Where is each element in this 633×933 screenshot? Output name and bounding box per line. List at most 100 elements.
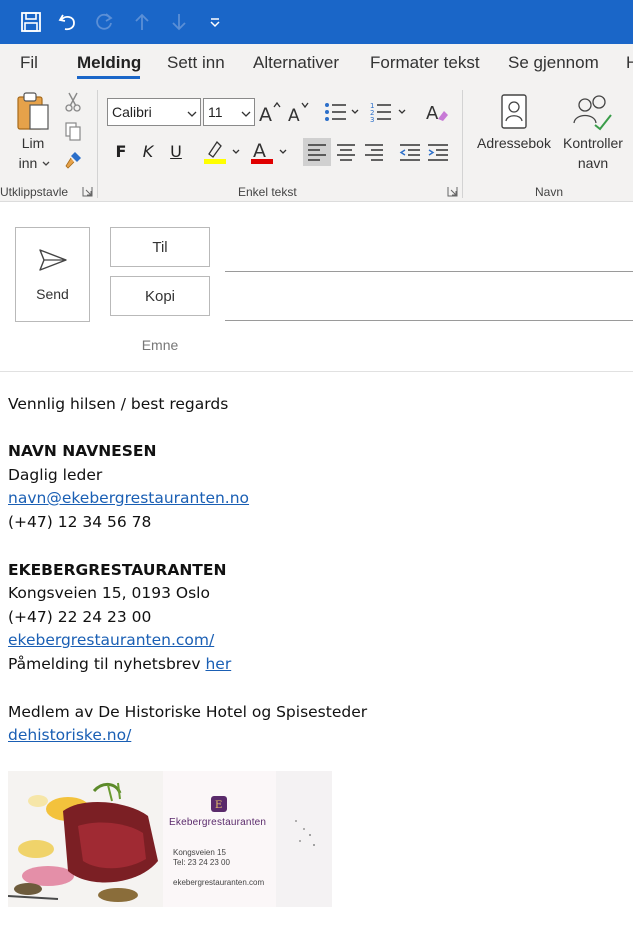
align-center-icon[interactable] <box>332 138 360 166</box>
newsletter-link[interactable]: her <box>205 655 231 673</box>
signature-banner-image: E Ekebergrestauranten Kongsveien 15 Tel:… <box>8 771 332 907</box>
member-text: Medlem av De Historiske Hotel og Spisest… <box>8 703 368 721</box>
italic-label: K <box>142 141 154 161</box>
format-painter-icon[interactable] <box>63 150 83 170</box>
separator <box>97 90 98 198</box>
font-name-value: Calibri <box>112 104 152 120</box>
save-icon[interactable] <box>18 9 44 35</box>
italic-button[interactable]: K <box>137 138 159 164</box>
svg-text:3: 3 <box>370 116 374 124</box>
svg-text:A: A <box>259 104 272 125</box>
numbering-icon[interactable]: 123 <box>369 98 411 126</box>
image-side-panel <box>276 771 332 907</box>
paste-label-2[interactable]: inn <box>10 154 46 173</box>
to-button[interactable]: Til <box>110 227 210 267</box>
card-website: ekebergrestauranten.com <box>173 878 265 887</box>
tab-options[interactable]: Alternativer <box>253 53 339 73</box>
company-address: Kongsveien 15, 0193 Oslo <box>8 584 210 602</box>
tab-review[interactable]: Se gjennom <box>508 53 599 73</box>
highlight-color-icon[interactable] <box>201 138 245 166</box>
font-size-combo[interactable]: 11 <box>203 98 255 126</box>
svg-text:A: A <box>426 103 439 124</box>
food-photo <box>8 771 163 907</box>
chevron-down-icon <box>187 106 197 122</box>
increase-indent-icon[interactable] <box>424 138 452 166</box>
to-field[interactable] <box>225 271 633 272</box>
card-address: Kongsveien 15 <box>173 848 226 857</box>
cut-icon[interactable] <box>63 92 83 112</box>
align-left-icon[interactable] <box>303 138 331 166</box>
separator <box>462 90 463 198</box>
tab-format-text[interactable]: Formater tekst <box>370 53 480 73</box>
company-phone: (+47) 22 24 23 00 <box>8 608 152 626</box>
to-label: Til <box>152 238 168 256</box>
newsletter-line: Påmelding til nyhetsbrev her <box>8 655 231 673</box>
bold-label: F <box>115 141 127 161</box>
send-button[interactable]: Send <box>15 227 90 322</box>
signature-title: Daglig leder <box>8 466 103 484</box>
arrow-down-icon <box>166 9 192 35</box>
card-brand: Ekebergrestauranten <box>169 817 267 828</box>
tab-file[interactable]: Fil <box>20 53 38 73</box>
bullets-icon[interactable] <box>322 98 362 126</box>
svg-text:E: E <box>215 800 222 811</box>
shrink-font-icon[interactable]: A <box>287 98 311 126</box>
paste-dropdown-chevron-icon[interactable] <box>42 160 50 168</box>
company-name-bold: EKEBERGRESTAURANTEN <box>8 561 227 579</box>
member-link[interactable]: dehistoriske.no/ <box>8 726 131 744</box>
tab-message[interactable]: Melding <box>77 53 141 73</box>
signature-name-bold: NAVN NAVNESEN <box>8 442 157 460</box>
company-name: EKEBERGRESTAURANTEN <box>8 561 226 579</box>
body-divider <box>0 371 633 372</box>
email-link[interactable]: navn@ekebergrestauranten.no <box>8 489 249 507</box>
signature-phone: (+47) 12 34 56 78 <box>8 513 152 531</box>
svg-text:A: A <box>253 140 266 162</box>
basic-text-group-label: Enkel tekst <box>238 185 297 199</box>
tab-help[interactable]: H <box>626 53 633 73</box>
greeting-text: Vennlig hilsen / best regards <box>8 395 229 413</box>
font-size-value: 11 <box>208 104 223 120</box>
clipboard-dialog-launcher-icon[interactable] <box>82 184 94 197</box>
cc-button[interactable]: Kopi <box>110 276 210 316</box>
check-names-label-2[interactable]: navn <box>557 154 629 173</box>
align-right-icon[interactable] <box>360 138 388 166</box>
basic-text-dialog-launcher-icon[interactable] <box>447 184 459 197</box>
clear-formatting-icon[interactable]: A <box>424 98 450 126</box>
card-phone: Tel: 23 24 23 00 <box>173 858 230 867</box>
underline-label: U <box>170 141 182 161</box>
signature-name: NAVN NAVNESEN <box>8 442 156 460</box>
undo-icon[interactable] <box>55 9 81 35</box>
paste-icon[interactable] <box>12 90 54 134</box>
grow-font-icon[interactable]: A <box>258 98 282 126</box>
arrow-up-icon <box>129 9 155 35</box>
cc-label: Kopi <box>144 287 176 305</box>
address-book-label[interactable]: Adressebok <box>474 134 554 153</box>
font-name-combo[interactable]: Calibri <box>107 98 201 126</box>
newsletter-text: Påmelding til nyhetsbrev <box>8 655 206 673</box>
decrease-indent-icon[interactable] <box>396 138 424 166</box>
restaurant-logo-icon: E <box>210 795 228 818</box>
check-names-label[interactable]: Kontroller <box>557 134 629 153</box>
paste-label[interactable]: Lim <box>12 134 54 153</box>
cc-field[interactable] <box>225 320 633 321</box>
bold-button[interactable]: F <box>110 138 132 164</box>
names-group-label: Navn <box>535 185 564 199</box>
chevron-down-icon <box>241 106 251 122</box>
customize-toolbar-icon[interactable] <box>202 9 228 35</box>
send-icon <box>38 248 68 277</box>
website-link[interactable]: ekebergrestauranten.com/ <box>8 631 214 649</box>
clipboard-group-label: Utklippstavle <box>0 185 69 199</box>
tab-insert[interactable]: Sett inn <box>167 53 225 73</box>
quick-access-toolbar <box>0 0 633 44</box>
check-names-icon[interactable] <box>571 92 613 132</box>
copy-icon[interactable] <box>63 121 83 141</box>
send-label: Send <box>36 286 69 302</box>
redo-icon <box>91 9 117 35</box>
underline-button[interactable]: U <box>165 138 187 164</box>
svg-text:A: A <box>288 106 300 125</box>
address-book-icon[interactable] <box>497 92 531 132</box>
subject-label: Emne <box>141 337 179 353</box>
ribbon: Lim inn Utklippstavle Calibri 11 A A 123… <box>0 84 633 202</box>
font-color-icon[interactable]: A <box>248 138 292 166</box>
active-tab-indicator <box>77 76 140 79</box>
